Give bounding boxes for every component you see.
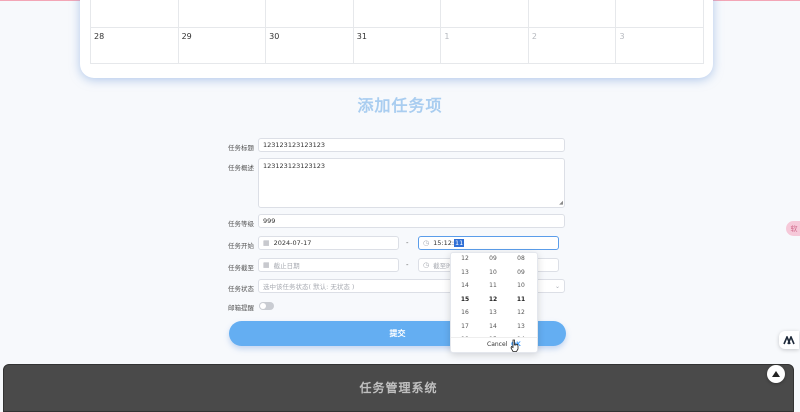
footer-title: 任务管理系统: [359, 381, 438, 395]
start-time-prefix: 15:12:: [433, 239, 455, 247]
calendar-icon: ▦: [263, 261, 270, 269]
calendar-day[interactable]: 2: [616, 0, 705, 27]
calendar-day-next-month[interactable]: 3: [616, 28, 705, 63]
calendar-week-row: 27 28 29 30 31 1 2: [91, 0, 705, 28]
task-status-label: 任务状态: [228, 285, 254, 293]
calendar-day[interactable]: 31: [354, 28, 442, 63]
chevron-down-icon: ⌄: [554, 282, 560, 290]
calendar-day[interactable]: 1: [529, 0, 617, 27]
task-desc-value: 123123123123123: [263, 162, 326, 170]
deadline-date-input[interactable]: ▦ 截止日期: [258, 258, 399, 272]
calendar-day-next-month[interactable]: 1: [441, 28, 529, 63]
task-desc-textarea[interactable]: 123123123123123 ◢: [258, 158, 565, 208]
task-deadline-label: 任务截至: [228, 264, 254, 272]
task-title-input[interactable]: 123123123123123: [258, 138, 565, 152]
minute-option[interactable]: 09: [479, 253, 507, 266]
time-picker-footer: Cancel OK: [451, 337, 537, 352]
hour-option[interactable]: 12: [451, 253, 479, 266]
hour-option[interactable]: 16: [451, 306, 479, 320]
calendar-day[interactable]: 28: [91, 28, 179, 63]
hour-column[interactable]: 12 13 14 15 16 17 18: [451, 253, 479, 337]
footer: 任务管理系统: [3, 364, 794, 412]
task-desc-label: 任务概述: [228, 164, 254, 172]
minute-option[interactable]: 10: [479, 266, 507, 280]
minute-column[interactable]: 09 10 11 12 13 14 15: [479, 253, 507, 337]
calendar-day[interactable]: 29: [179, 28, 267, 63]
deadline-date-placeholder: 截止日期: [273, 262, 300, 270]
calendar-day[interactable]: 30: [354, 0, 442, 27]
second-option-selected[interactable]: 11: [507, 293, 535, 307]
calendar-day-next-month[interactable]: 2: [529, 28, 617, 63]
task-start-label: 任务开始: [228, 242, 254, 250]
side-logo-icon[interactable]: [779, 331, 799, 349]
range-separator: -: [406, 261, 409, 269]
task-status-placeholder: 选中该任务状态( 默认: 无状态 ): [263, 283, 355, 291]
task-level-value: 999: [263, 217, 276, 225]
second-option[interactable]: 08: [507, 253, 535, 266]
time-picker-columns: 12 13 14 15 16 17 18 09 10 11 12 13 14 1…: [451, 253, 537, 337]
second-column[interactable]: 08 09 10 11 12 13 14: [507, 253, 535, 337]
hour-option[interactable]: 17: [451, 320, 479, 334]
calendar-day[interactable]: 28: [179, 0, 267, 27]
hour-option-selected[interactable]: 15: [451, 293, 479, 307]
arrow-up-icon: [772, 371, 780, 377]
clock-icon: ◷: [423, 261, 430, 269]
task-title-label: 任务标题: [228, 144, 254, 152]
task-level-input[interactable]: 999: [258, 214, 565, 228]
minute-option-selected[interactable]: 12: [479, 293, 507, 307]
range-separator: -: [406, 239, 409, 247]
time-picker-cancel-button[interactable]: Cancel: [487, 341, 507, 348]
minute-option[interactable]: 11: [479, 279, 507, 293]
calendar-day[interactable]: 29: [266, 0, 354, 27]
logo-mark-icon: [783, 335, 795, 344]
hour-option[interactable]: 13: [451, 266, 479, 280]
second-option[interactable]: 09: [507, 266, 535, 280]
minute-option[interactable]: 14: [479, 320, 507, 334]
calendar-icon: ▦: [263, 239, 270, 247]
calendar-day[interactable]: 27: [91, 0, 179, 27]
minute-option[interactable]: 13: [479, 306, 507, 320]
clock-icon: ◷: [423, 239, 430, 247]
resize-handle-icon[interactable]: ◢: [559, 200, 563, 206]
email-remind-switch[interactable]: [259, 302, 274, 310]
calendar-grid: 27 28 29 30 31 1 2 28 29 30 31 1 2 3: [90, 0, 705, 64]
back-to-top-button[interactable]: [767, 365, 785, 383]
calendar-day[interactable]: 30: [266, 28, 354, 63]
task-level-label: 任务等级: [228, 220, 254, 228]
side-badge-label: 软: [790, 224, 798, 233]
hour-option[interactable]: 14: [451, 279, 479, 293]
hand-cursor-icon: [510, 339, 519, 352]
second-option[interactable]: 10: [507, 279, 535, 293]
calendar-card: 27 28 29 30 31 1 2 28 29 30 31 1 2 3: [80, 0, 713, 78]
start-time-input[interactable]: ◷ 15:12: 11: [418, 236, 559, 250]
form-title: 添加任务项: [357, 96, 443, 115]
start-time-selected-seconds: 11: [454, 239, 465, 247]
side-badge[interactable]: 软: [786, 221, 800, 236]
task-title-value: 123123123123123: [263, 141, 326, 149]
calendar-day[interactable]: 31: [441, 0, 529, 27]
second-option[interactable]: 13: [507, 320, 535, 334]
time-picker-panel: 12 13 14 15 16 17 18 09 10 11 12 13 14 1…: [450, 252, 538, 353]
start-date-input[interactable]: ▦ 2024-07-17: [258, 236, 399, 250]
start-date-value: 2024-07-17: [273, 239, 312, 247]
email-remind-label: 邮箱提醒: [228, 304, 254, 312]
second-option[interactable]: 12: [507, 306, 535, 320]
calendar-week-row: 28 29 30 31 1 2 3: [91, 28, 705, 64]
